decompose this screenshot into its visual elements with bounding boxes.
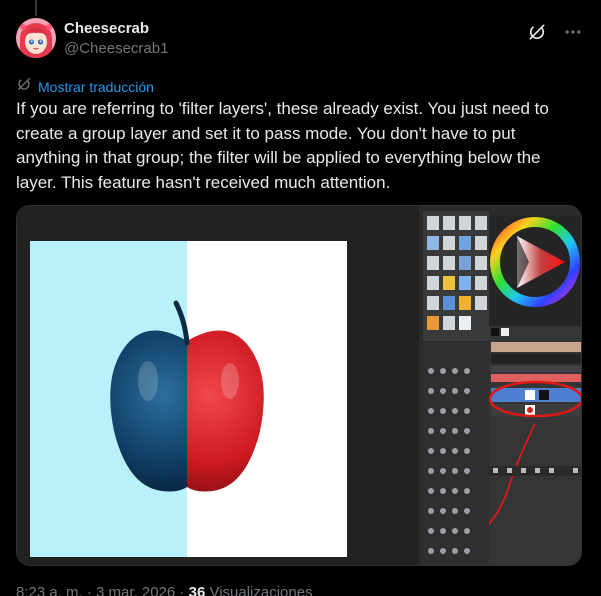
views-label: Visualizaciones [209,584,313,596]
author-info: Cheesecrab @Cheesecrab1 [64,19,168,59]
tweet-date[interactable]: 3 mar. 2026 [96,584,175,596]
views-count: 36 [188,584,206,596]
apple-illustration [110,300,264,492]
avatar[interactable] [16,18,56,58]
layers-panel [489,326,581,565]
translate-icon [16,76,32,97]
thread-connector-line [35,0,37,16]
more-icon[interactable] [561,20,585,44]
group-layer-row [491,388,581,402]
avatar-image [16,18,56,58]
tweet-media-image[interactable] [16,205,582,566]
meta-separator-2: · [179,584,185,596]
show-translation-link[interactable]: Mostrar traducción [16,76,154,97]
image-layer-row [491,404,581,416]
author-display-name[interactable]: Cheesecrab [64,19,168,39]
tweet-text: If you are referring to 'filter layers',… [16,99,549,192]
canvas-area [17,206,419,565]
grok-icon[interactable] [525,20,549,44]
canvas-paper [30,241,347,557]
translate-label[interactable]: Mostrar traducción [38,78,154,96]
author-handle[interactable]: @Cheesecrab1 [64,39,168,59]
tweet-header: Cheesecrab @Cheesecrab1 [16,18,585,60]
brush-presets-grid [423,211,489,565]
tool-panels [419,206,581,565]
tweet-meta: 8:23 a. m. · 3 mar. 2026 · 36 Visualizac… [16,583,313,596]
meta-separator: · [86,584,92,596]
header-actions [525,20,585,44]
tweet-time[interactable]: 8:23 a. m. [16,584,83,596]
color-wheel[interactable] [489,216,581,326]
